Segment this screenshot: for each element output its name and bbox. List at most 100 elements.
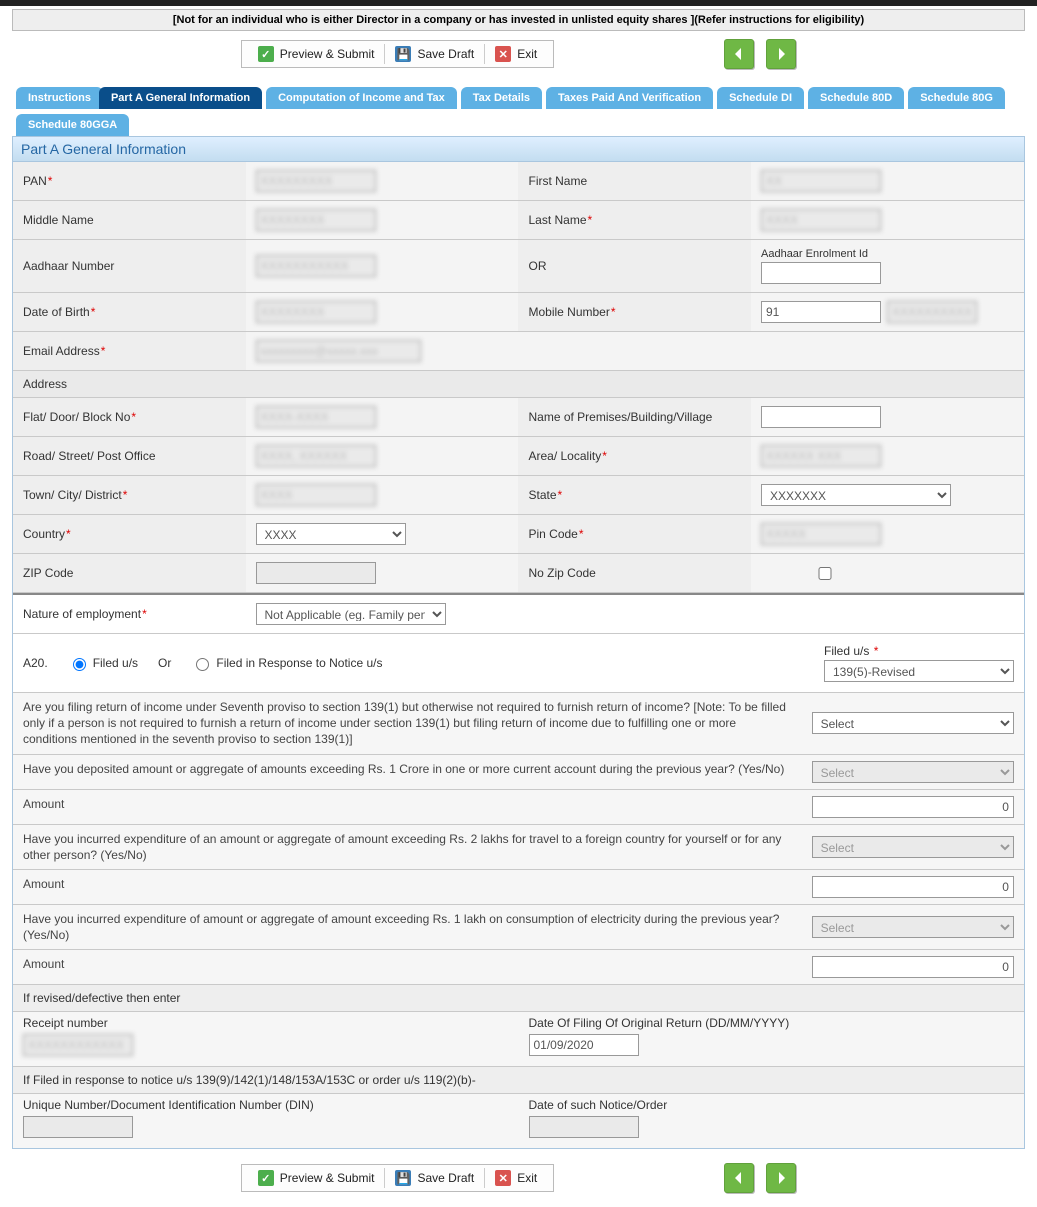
pin-label: Pin Code* xyxy=(518,515,751,553)
next-arrow-button-bottom[interactable] xyxy=(766,1163,796,1193)
tab-computation[interactable]: Computation of Income and Tax xyxy=(266,87,457,109)
pan-label: PAN * xyxy=(13,162,246,200)
filed-us-radio[interactable] xyxy=(73,658,86,671)
first-name-label: First Name xyxy=(518,162,751,200)
toolbar-button-group-bottom: ✓ Preview & Submit 💾 Save Draft ✕ Exit xyxy=(241,1164,554,1192)
middle-name-input[interactable] xyxy=(256,209,376,231)
section-title: Part A General Information xyxy=(12,136,1025,162)
tab-general-info[interactable]: Part A General Information xyxy=(99,87,262,109)
q4-amount-input[interactable] xyxy=(812,956,1014,978)
notice-header: If Filed in response to notice u/s 139(9… xyxy=(13,1067,1024,1094)
receipt-input[interactable] xyxy=(23,1034,133,1056)
dob-label: Date of Birth* xyxy=(13,293,246,331)
window-top-bar xyxy=(0,0,1037,6)
road-input[interactable] xyxy=(256,445,376,467)
address-header: Address xyxy=(13,371,1024,397)
premises-input[interactable] xyxy=(761,406,881,428)
q4-amount-label: Amount xyxy=(13,950,802,984)
next-arrow-button[interactable] xyxy=(766,39,796,69)
filed-us-select[interactable]: 139(5)-Revised xyxy=(824,660,1014,682)
q3-amount-input[interactable] xyxy=(812,876,1014,898)
mobile-input[interactable] xyxy=(887,301,977,323)
or-label: OR xyxy=(518,240,751,292)
q2-select[interactable]: Select xyxy=(812,761,1014,783)
state-select[interactable]: XXXXXXX xyxy=(761,484,951,506)
din-input[interactable] xyxy=(23,1116,133,1138)
q1-select[interactable]: Select xyxy=(812,712,1014,734)
revised-header: If revised/defective then enter xyxy=(13,985,1024,1012)
nozip-checkbox[interactable] xyxy=(765,567,885,580)
filed-us-select-label: Filed u/s * xyxy=(824,644,878,658)
tab-schedule-80gga[interactable]: Schedule 80GGA xyxy=(16,114,129,136)
aadhaar-enrol-input[interactable] xyxy=(761,262,881,284)
zip-label: ZIP Code xyxy=(13,554,246,592)
q4-select[interactable]: Select xyxy=(812,916,1014,938)
exit-button-bottom[interactable]: ✕ Exit xyxy=(485,1168,547,1188)
flat-label: Flat/ Door/ Block No* xyxy=(13,398,246,436)
filed-us-radio-group[interactable]: Filed u/s xyxy=(68,655,138,671)
nozip-label: No Zip Code xyxy=(518,554,751,592)
first-name-input[interactable] xyxy=(761,170,881,192)
notice-date-input[interactable] xyxy=(529,1116,639,1138)
a20-num: A20. xyxy=(23,656,48,670)
form-container: PAN * First Name Middle Name Last Name* … xyxy=(12,162,1025,1149)
town-label: Town/ City/ District* xyxy=(13,476,246,514)
preview-submit-button-bottom[interactable]: ✓ Preview & Submit xyxy=(248,1168,386,1188)
exit-button[interactable]: ✕ Exit xyxy=(485,44,547,64)
q2-amount-input[interactable] xyxy=(812,796,1014,818)
road-label: Road/ Street/ Post Office xyxy=(13,437,246,475)
q2-amount-label: Amount xyxy=(13,790,802,824)
orig-date-label: Date Of Filing Of Original Return (DD/MM… xyxy=(529,1016,790,1030)
tab-schedule-di[interactable]: Schedule DI xyxy=(717,87,804,109)
nav-arrows xyxy=(724,39,796,69)
aadhaar-input[interactable] xyxy=(256,255,376,277)
prev-arrow-button[interactable] xyxy=(724,39,754,69)
save-draft-button-bottom[interactable]: 💾 Save Draft xyxy=(385,1168,485,1188)
orig-date-input[interactable] xyxy=(529,1034,639,1056)
country-label: Country* xyxy=(13,515,246,553)
area-input[interactable] xyxy=(761,445,881,467)
last-name-input[interactable] xyxy=(761,209,881,231)
filed-notice-radio-group[interactable]: Filed in Response to Notice u/s xyxy=(191,655,382,671)
prev-arrow-button-bottom[interactable] xyxy=(724,1163,754,1193)
tab-schedule-80d[interactable]: Schedule 80D xyxy=(808,87,904,109)
a20-or: Or xyxy=(158,656,171,670)
mobile-cc-input[interactable] xyxy=(761,301,881,323)
premises-label: Name of Premises/Building/Village xyxy=(518,398,751,436)
town-input[interactable] xyxy=(256,484,376,506)
notice-date-label: Date of such Notice/Order xyxy=(529,1098,668,1112)
q3-text: Have you incurred expenditure of an amou… xyxy=(13,825,802,869)
nature-label: Nature of employment* xyxy=(13,595,246,633)
tab-taxes-paid[interactable]: Taxes Paid And Verification xyxy=(546,87,713,109)
last-name-label: Last Name* xyxy=(518,201,751,239)
save-draft-button[interactable]: 💾 Save Draft xyxy=(385,44,485,64)
q1-text: Are you filing return of income under Se… xyxy=(13,693,802,754)
preview-submit-button[interactable]: ✓ Preview & Submit xyxy=(248,44,386,64)
dob-input[interactable] xyxy=(256,301,376,323)
pin-input[interactable] xyxy=(761,523,881,545)
close-icon: ✕ xyxy=(495,46,511,62)
email-input[interactable] xyxy=(256,340,421,362)
flat-input[interactable] xyxy=(256,406,376,428)
nature-select[interactable]: Not Applicable (eg. Family pension etc.) xyxy=(256,603,446,625)
q3-amount-label: Amount xyxy=(13,870,802,904)
filed-notice-radio[interactable] xyxy=(196,658,209,671)
aadhaar-enrol-label: Aadhaar Enrolment Id xyxy=(761,248,1014,260)
q3-select[interactable]: Select xyxy=(812,836,1014,858)
tab-bar: Instructions Part A General Information … xyxy=(12,87,1025,136)
tab-tax-details[interactable]: Tax Details xyxy=(461,87,542,109)
country-select[interactable]: XXXX xyxy=(256,523,406,545)
area-label: Area/ Locality* xyxy=(518,437,751,475)
q4-text: Have you incurred expenditure of amount … xyxy=(13,905,802,949)
preview-label: Preview & Submit xyxy=(280,47,375,61)
toolbar-button-group: ✓ Preview & Submit 💾 Save Draft ✕ Exit xyxy=(241,40,554,68)
pan-input[interactable] xyxy=(256,170,376,192)
save-icon: 💾 xyxy=(395,46,411,62)
email-label: Email Address* xyxy=(13,332,246,370)
save-icon: 💾 xyxy=(395,1170,411,1186)
mobile-label: Mobile Number* xyxy=(518,293,751,331)
tab-schedule-80g[interactable]: Schedule 80G xyxy=(908,87,1005,109)
zip-input[interactable] xyxy=(256,562,376,584)
tab-instructions[interactable]: Instructions xyxy=(16,87,103,109)
exit-label: Exit xyxy=(517,47,537,61)
